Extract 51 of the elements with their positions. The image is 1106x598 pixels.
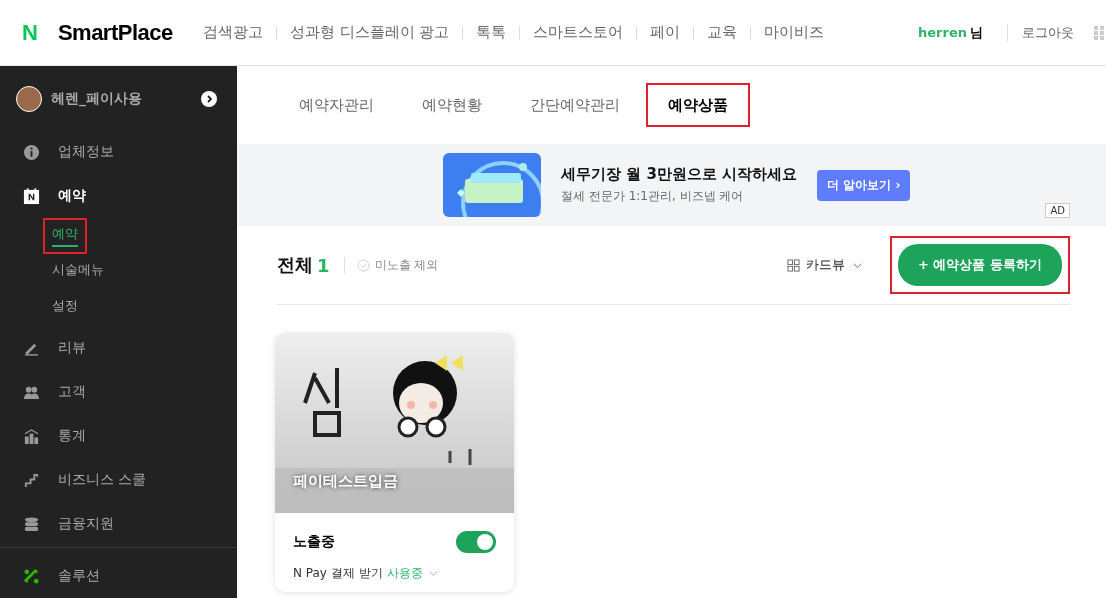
sidebar-item[interactable]: 솔루션 [0,554,237,598]
sidebar-item[interactable]: 통계 [0,414,237,458]
nav-link[interactable]: 톡톡 [476,23,507,42]
sidebar-item[interactable]: 예약 [0,174,237,218]
sidebar-item[interactable]: 비즈니스 스쿨 [0,458,237,502]
honorific: 님 [970,23,983,42]
npay-label: N Pay 결제 받기 [293,565,383,582]
view-dropdown[interactable]: 카드뷰 [806,256,846,274]
product-title: 페이테스트입금 [293,472,398,491]
nav-link[interactable]: 스마트스토어 [533,23,624,42]
register-product-button[interactable]: + 예약상품 등록하기 [898,244,1062,286]
sidebar-item[interactable]: 리뷰 [0,326,237,370]
learn-more-button[interactable]: 더 알아보기 › [817,169,911,201]
nav-link[interactable]: 성과형 디스플레이 광고 [289,23,450,42]
nav-link[interactable]: 마이비즈 [764,23,825,42]
tab[interactable]: 예약자관리 [277,83,396,127]
ad-subtitle: 절세 전문가 1:1관리, 비즈넵 케어 [561,188,745,205]
tab[interactable]: 예약현황 [400,83,504,127]
info-icon [23,143,40,161]
product-card[interactable]: 페이테스트입금 노출중 N Pay 결제 받기 사용중 [275,333,514,592]
sidebar-item[interactable]: 금융지원 [0,502,237,546]
nav-link[interactable]: 페이 [650,23,681,42]
nav-link[interactable]: 검색광고 [202,23,263,42]
tab[interactable]: 간단예약관리 [508,83,642,127]
visibility-toggle[interactable] [456,531,496,553]
solution-icon [23,567,40,585]
tab[interactable]: 예약상품 [646,83,750,127]
sidebar-item[interactable]: 고객 [0,370,237,414]
chevron-right-icon[interactable] [201,91,217,107]
grid-view-icon[interactable] [787,258,801,272]
check-icon[interactable] [356,258,370,272]
submenu-item[interactable]: 시술메뉴 [43,254,113,290]
avatar [16,86,42,112]
sidebar-item[interactable]: 업체정보 [0,130,237,174]
calendar-icon [23,187,40,205]
nav-link[interactable]: 교육 [707,23,738,42]
total-count: 1 [317,254,330,276]
submenu-item[interactable]: 예약 [43,218,87,254]
logout-link[interactable]: 로그아웃 [1007,23,1074,42]
total-label: 전체 [277,253,313,277]
filter-label[interactable]: 미노출 제외 [374,256,439,274]
submenu-item[interactable]: 설정 [43,290,87,326]
visibility-status: 노출중 [293,533,336,551]
account-name[interactable]: 헤렌_페이사용 [51,90,192,108]
stairs-icon [23,471,40,489]
bar-chart-icon [23,427,40,445]
ad-badge: AD [1045,203,1070,218]
logo-text[interactable]: SmartPlace [57,19,173,46]
database-icon [23,515,40,533]
username: herren [918,25,967,40]
ad-title[interactable]: 세무기장 월 3만원으로 시작하세요 [561,165,798,184]
